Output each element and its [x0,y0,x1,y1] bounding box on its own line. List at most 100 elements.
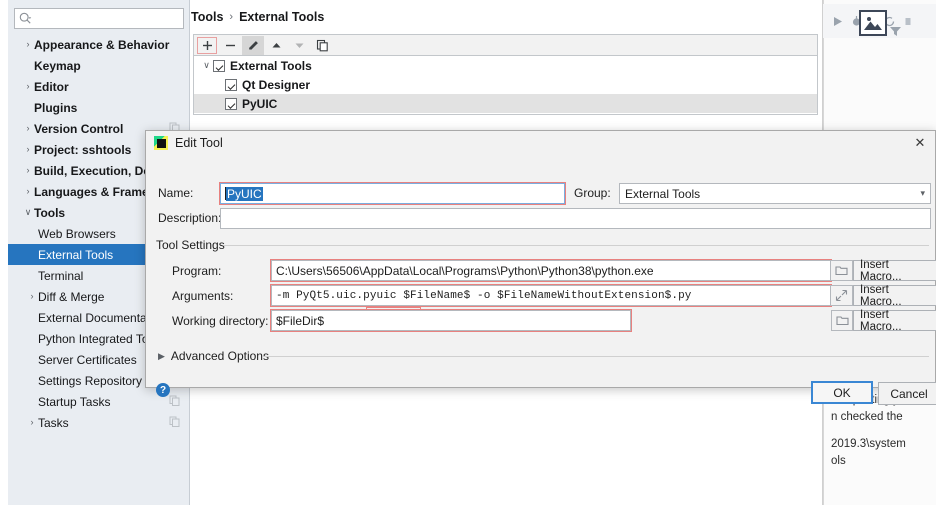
edit-tool-dialog: Edit Tool ✕ Name: PyUIC Group: External … [145,130,936,388]
program-input[interactable]: C:\Users\56506\AppData\Local\Programs\Py… [271,260,831,281]
tool-enabled-checkbox[interactable] [225,79,237,91]
program-label: Program: [172,264,221,278]
chevron-right-icon[interactable]: › [22,166,34,175]
image-placeholder-icon [859,10,887,36]
chevron-right-icon[interactable]: › [22,82,34,91]
chevron-right-icon[interactable]: › [22,40,34,49]
external-tools-toolbar [193,34,818,55]
sidebar-item-label: Plugins [34,101,77,115]
arguments-label: Arguments: [172,289,233,303]
working-directory-browse-button[interactable] [831,310,853,331]
group-label: Group: [574,186,611,200]
external-tools-list[interactable]: ∨ External Tools Qt Designer PyUIC [193,55,818,115]
tool-settings-group-label: Tool Settings [156,238,231,252]
description-input[interactable] [220,208,931,229]
insert-macro-arguments-button[interactable]: Insert Macro... [853,285,936,306]
chevron-right-icon[interactable]: › [26,292,38,301]
search-icon [19,12,32,25]
sidebar-item-label: Appearance & Behavior [34,38,169,52]
group-combobox[interactable]: External Tools ▾ [619,183,931,204]
sidebar-item-keymap[interactable]: ›Keymap [8,55,190,76]
path-line-1: 2019.3\system [831,436,936,453]
chevron-right-icon[interactable]: › [22,187,34,196]
cancel-button[interactable]: Cancel [878,382,936,405]
move-down-button [288,36,310,55]
sidebar-item-editor[interactable]: ›Editor [8,76,190,97]
copy-icon[interactable] [169,395,180,409]
edit-tool-button[interactable] [242,36,264,55]
close-icon[interactable]: ✕ [911,134,929,152]
arguments-expand-button[interactable] [831,285,853,306]
name-label: Name: [158,186,193,200]
sidebar-item-tasks[interactable]: ›Tasks [8,412,190,433]
sidebar-item-appearance-behavior[interactable]: ›Appearance & Behavior [8,34,190,55]
chevron-down-icon: ▾ [920,188,925,199]
insert-macro-program-button[interactable]: Insert Macro... [853,260,936,281]
sidebar-item-label: Tools [34,206,65,220]
pycharm-icon [154,136,168,150]
filter-icon[interactable] [889,26,902,37]
chevron-right-icon[interactable]: › [26,418,38,427]
stop-icon[interactable] [902,15,915,28]
sidebar-item-label: Server Certificates [38,353,137,367]
sidebar-item-label: External Documentati [38,311,153,325]
sidebar-item-label: Web Browsers [38,227,116,241]
sidebar-item-label: Tasks [38,416,69,430]
tool-enabled-checkbox[interactable] [213,60,225,72]
chevron-right-icon[interactable]: › [22,124,34,133]
arguments-value: -m PyQt5.uic.pyuic $FileName$ -o $FileNa… [276,290,691,302]
tool-enabled-checkbox[interactable] [225,98,237,110]
advanced-options-label: Advanced Options [171,349,269,363]
sidebar-item-label: Python Integrated To [38,332,149,346]
description-label: Description: [158,211,221,225]
copy-icon[interactable] [169,416,180,430]
breadcrumb-root[interactable]: Tools [191,10,223,24]
chevron-right-icon: ▶ [158,351,165,362]
name-input-value: PyUIC [226,187,263,201]
ok-button[interactable]: OK [811,381,873,404]
working-directory-input[interactable]: $FileDir$ [271,310,631,331]
program-browse-button[interactable] [831,260,853,281]
sidebar-item-label: Settings Repository [38,374,142,388]
program-value: C:\Users\56506\AppData\Local\Programs\Py… [276,264,654,278]
breadcrumb: Tools › External Tools [191,10,324,24]
tool-list-row[interactable]: PyUIC [194,94,817,113]
add-tool-button[interactable] [196,36,218,55]
sidebar-item-label: Terminal [38,269,83,283]
sidebar-item-label: Diff & Merge [38,290,104,304]
breadcrumb-separator-icon: › [229,11,233,23]
run-icon[interactable] [831,15,844,28]
tool-list-row[interactable]: Qt Designer [194,75,817,94]
tool-list-row[interactable]: ∨ External Tools [194,56,817,75]
sidebar-item-label: Editor [34,80,69,94]
move-up-button[interactable] [265,36,287,55]
sidebar-item-plugins[interactable]: ›Plugins [8,97,190,118]
sidebar-item-label: External Tools [38,248,113,262]
working-directory-label: Working directory: [172,314,268,328]
tool-list-label: PyUIC [242,97,277,111]
path-line-2: ols [831,453,936,470]
sidebar-item-label: Startup Tasks [38,395,110,409]
chevron-right-icon[interactable]: › [22,145,34,154]
dialog-titlebar: Edit Tool ✕ [146,131,935,155]
chevron-down-icon[interactable]: ∨ [200,60,213,71]
chevron-down-icon[interactable]: ∨ [22,208,34,217]
sidebar-item-label: Keymap [34,59,81,73]
search-input[interactable] [32,9,192,28]
breadcrumb-current: External Tools [239,10,324,24]
name-input[interactable]: PyUIC [220,183,565,204]
tool-list-label: Qt Designer [242,78,310,92]
help-icon[interactable]: ? [156,383,170,397]
working-directory-value: $FileDir$ [276,314,324,328]
tool-settings-divider [224,245,929,246]
insert-macro-working-directory-button[interactable]: Insert Macro... [853,310,936,331]
tool-list-label: External Tools [230,59,312,73]
copy-tool-button[interactable] [311,36,333,55]
advanced-options-toggle[interactable]: ▶ Advanced Options [158,349,269,363]
settings-search-box[interactable] [14,8,184,29]
sidebar-item-label: Project: sshtools [34,143,131,157]
arguments-input[interactable]: -m PyQt5.uic.pyuic $FileName$ -o $FileNa… [271,285,831,306]
group-value: External Tools [625,187,700,201]
remove-tool-button[interactable] [219,36,241,55]
advanced-options-divider [262,356,929,357]
